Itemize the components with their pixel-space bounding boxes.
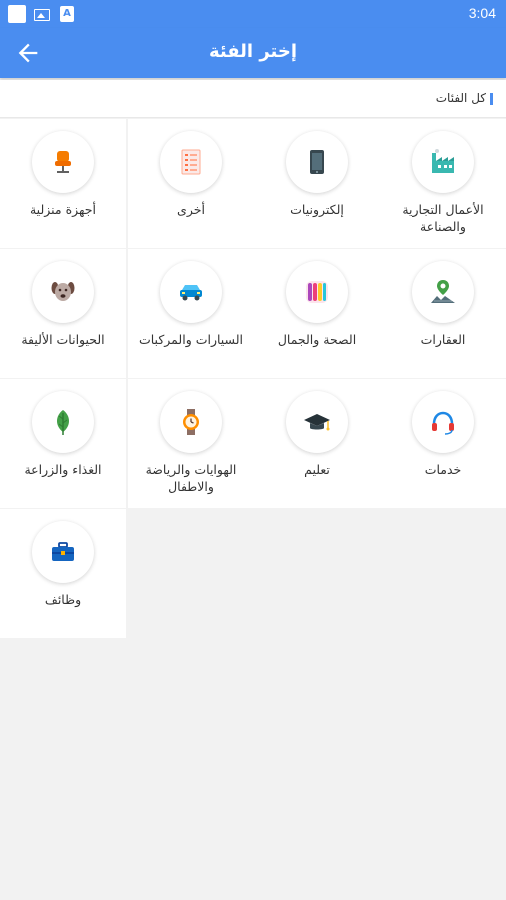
dog-icon [51,282,75,301]
category-icon-circle [32,261,94,323]
category-label: الصحة والجمال [277,332,357,347]
accent-marker [490,93,493,105]
category-health-beauty[interactable]: الصحة والجمال [254,249,380,378]
category-icon-circle [412,261,474,323]
headset-icon [432,411,454,435]
category-real-estate[interactable]: العقارات [380,249,506,378]
chair-icon [55,151,71,173]
status-time: 3:04 [468,5,496,21]
category-label: أجهزة منزلية [29,202,97,217]
factory-icon [432,149,454,173]
category-label: تعليم [304,462,330,477]
app-notification-icon: A [60,6,74,22]
category-cars-vehicles[interactable]: السيارات والمركبات [128,249,254,378]
category-icon-circle [412,131,474,193]
category-label: العقارات [420,332,466,347]
checklist-icon [181,149,201,175]
category-icon-circle [160,131,222,193]
image-notification-icon [32,5,50,23]
category-other[interactable]: أخرى [128,119,254,248]
category-icon-circle [412,391,474,453]
category-icon-circle [286,131,348,193]
category-hobbies-sports-kids[interactable]: الهوايات والرياضة والاطفال [128,379,254,508]
leaf-icon [57,410,69,435]
palette-icon [306,281,328,303]
status-icons: A [8,5,74,23]
category-icon-circle [32,131,94,193]
briefcase-icon [52,542,74,561]
category-label: السيارات والمركبات [138,332,243,347]
all-categories-row[interactable]: كل الفئات [0,80,506,118]
category-label: وظائف [44,592,82,607]
category-icon-circle [32,391,94,453]
category-label: الحيوانات الأليفة [21,332,105,347]
category-services[interactable]: خدمات [380,379,506,508]
location-land-icon [431,280,455,303]
graduation-cap-icon [304,414,330,431]
category-food-agriculture[interactable]: الغذاء والزراعة [0,379,126,508]
category-label: الهوايات والرياضة والاطفال [145,462,237,494]
car-icon [180,285,202,301]
watch-icon [183,409,199,435]
category-label: الغذاء والزراعة [24,462,102,477]
category-icon-circle [32,521,94,583]
category-pets[interactable]: الحيوانات الأليفة [0,249,126,378]
category-jobs[interactable]: وظائف [0,509,126,638]
notification-icon [8,5,26,23]
category-label: إلكترونيات [290,202,344,217]
category-label: خدمات [424,462,462,477]
page-title: إختر الفئة [208,41,298,62]
category-icon-circle [160,391,222,453]
category-education[interactable]: تعليم [254,379,380,508]
category-icon-circle [286,391,348,453]
smartphone-icon [310,150,324,174]
category-business-industry[interactable]: الأعمال التجارية والصناعة [380,119,506,248]
category-home-appliances[interactable]: أجهزة منزلية [0,119,126,248]
category-label: أخرى [177,202,205,217]
app-bar: إختر الفئة [0,28,506,78]
category-icon-circle [160,261,222,323]
status-bar: A 3:04 [0,0,506,28]
category-label: الأعمال التجارية والصناعة [402,202,484,234]
category-icon-circle [286,261,348,323]
category-electronics[interactable]: إلكترونيات [254,119,380,248]
all-categories-label: كل الفئات [435,91,486,105]
